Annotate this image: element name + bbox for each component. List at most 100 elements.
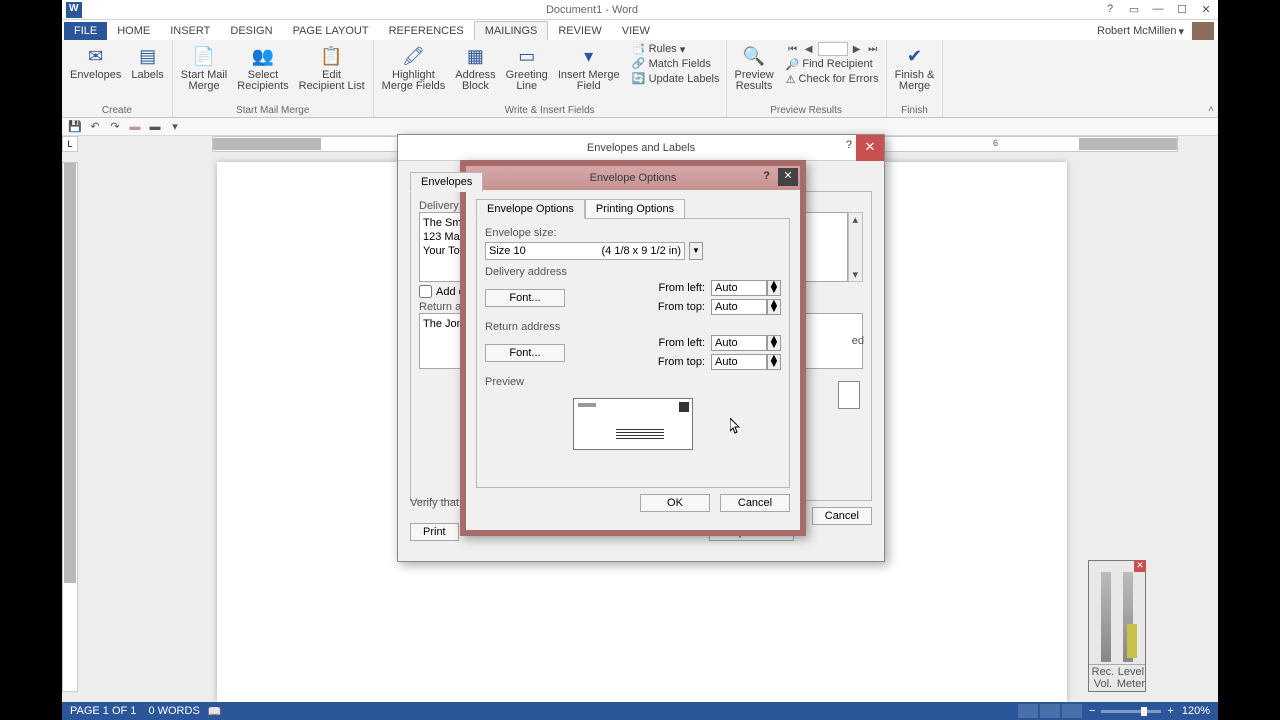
rules-button[interactable]: 📑Rules ▾ — [632, 42, 686, 56]
delivery-font-button[interactable]: Font... — [485, 289, 565, 307]
dialog-close-icon[interactable]: ✕ — [778, 168, 798, 186]
update-labels-button[interactable]: 🔄Update Labels — [632, 72, 720, 86]
feed-hint: ed — [852, 335, 864, 347]
group-start-label: Start Mail Merge — [236, 105, 309, 117]
delivery-from-top-spinner[interactable]: Auto▲▼ — [711, 299, 781, 315]
zoom-level[interactable]: 120% — [1182, 705, 1210, 717]
word-icon — [66, 2, 82, 18]
envelope-preview — [573, 398, 693, 450]
delivery-group-label: Delivery address — [485, 266, 781, 278]
highlight-fields-button[interactable]: 🖍Highlight Merge Fields — [380, 42, 448, 93]
finish-merge-button[interactable]: ✔Finish & Merge — [893, 42, 937, 93]
tab-insert[interactable]: INSERT — [160, 22, 220, 40]
page-indicator[interactable]: PAGE 1 OF 1 — [70, 705, 136, 717]
title-bar: Document1 - Word ? ▭ — ☐ ✕ — [62, 0, 1218, 20]
envelope-options-dialog: Envelope Options ? ✕ Envelope Options Pr… — [460, 160, 806, 536]
word-count[interactable]: 0 WORDS — [148, 705, 199, 717]
zoom-in-icon[interactable]: + — [1167, 705, 1173, 717]
preview-label: Preview — [485, 376, 781, 388]
dialog-title: Envelopes and Labels — [587, 142, 695, 154]
greeting-line-button[interactable]: ▭Greeting Line — [504, 42, 550, 93]
qat-icon[interactable]: ▬ — [148, 120, 162, 134]
tab-view[interactable]: VIEW — [612, 22, 660, 40]
match-fields-button[interactable]: 🔗Match Fields — [632, 57, 711, 71]
undo-icon[interactable]: ↶ — [88, 120, 102, 134]
maximize-icon[interactable]: ☐ — [1170, 3, 1194, 16]
tab-mailings[interactable]: MAILINGS — [474, 21, 549, 40]
zoom-slider[interactable] — [1101, 710, 1161, 713]
ok-button[interactable]: OK — [640, 494, 710, 512]
preview-results-button[interactable]: 🔍Preview Results — [733, 42, 776, 93]
start-mail-merge-button[interactable]: 📄Start Mail Merge — [179, 42, 229, 93]
rec-level-meter[interactable]: ✕ Rec. Vol.Level Meter — [1088, 560, 1146, 692]
return-from-left-spinner[interactable]: Auto▲▼ — [711, 335, 781, 351]
edit-recipient-list-button[interactable]: 📋Edit Recipient List — [297, 42, 367, 93]
cancel-button[interactable]: Cancel — [720, 494, 790, 512]
find-recipient-button[interactable]: 🔎Find Recipient — [786, 58, 880, 71]
minimize-icon[interactable]: — — [1146, 3, 1170, 16]
status-bar: PAGE 1 OF 1 0 WORDS 📖 − + 120% — [62, 702, 1218, 720]
qat-icon[interactable]: ▬ — [128, 120, 142, 134]
dialog-help-icon[interactable]: ? — [763, 170, 770, 182]
print-button[interactable]: Print — [410, 523, 459, 541]
tab-design[interactable]: DESIGN — [220, 22, 282, 40]
help-icon[interactable]: ? — [1098, 3, 1122, 16]
check-errors-button[interactable]: ⚠Check for Errors — [786, 73, 880, 86]
group-create-label: Create — [102, 105, 132, 117]
avatar — [1192, 22, 1214, 40]
return-from-top-spinner[interactable]: Auto▲▼ — [711, 354, 781, 370]
envelope-size-label: Envelope size: — [485, 227, 781, 239]
ribbon-tabs: FILE HOME INSERT DESIGN PAGE LAYOUT REFE… — [62, 20, 1218, 40]
labels-button[interactable]: ▤Labels — [129, 42, 165, 82]
vertical-ruler[interactable] — [62, 162, 78, 692]
ribbon-options-icon[interactable]: ▭ — [1122, 3, 1146, 16]
dialog-title: Envelope Options — [590, 172, 677, 184]
insert-merge-field-button[interactable]: ▾Insert Merge Field — [556, 42, 622, 93]
add-postage-checkbox[interactable] — [419, 285, 432, 298]
web-layout-icon[interactable] — [1062, 704, 1082, 718]
tab-references[interactable]: REFERENCES — [379, 22, 474, 40]
group-preview-label: Preview Results — [770, 105, 842, 117]
user-name: Robert McMillen — [1097, 25, 1176, 37]
print-layout-icon[interactable] — [1040, 704, 1060, 718]
tab-page-layout[interactable]: PAGE LAYOUT — [283, 22, 379, 40]
select-recipients-button[interactable]: 👥Select Recipients — [235, 42, 290, 93]
rec-vol-label: Rec. Vol. — [1089, 665, 1117, 691]
address-block-button[interactable]: ▦Address Block — [453, 42, 497, 93]
group-write-label: Write & Insert Fields — [505, 105, 595, 117]
qat-more-icon[interactable]: ▾ — [168, 120, 182, 134]
user-account[interactable]: Robert McMillen ▾ — [1097, 22, 1218, 40]
ruler-number: 6 — [993, 138, 998, 148]
from-left-label: From left: — [659, 337, 705, 349]
dialog-help-icon[interactable]: ? — [846, 139, 852, 151]
ribbon: ✉Envelopes ▤Labels Create 📄Start Mail Me… — [62, 40, 1218, 118]
level-meter-label: Level Meter — [1117, 665, 1145, 691]
redo-icon[interactable]: ↷ — [108, 120, 122, 134]
document-title: Document1 - Word — [86, 4, 1098, 16]
cancel-button[interactable]: Cancel — [812, 507, 872, 525]
tab-home[interactable]: HOME — [107, 22, 160, 40]
envelopes-button[interactable]: ✉Envelopes — [68, 42, 123, 82]
delivery-from-left-spinner[interactable]: Auto▲▼ — [711, 280, 781, 296]
return-font-button[interactable]: Font... — [485, 344, 565, 362]
envelope-size-select[interactable]: Size 10(4 1/8 x 9 1/2 in) — [485, 242, 685, 260]
from-top-label: From top: — [658, 356, 705, 368]
collapse-ribbon-icon[interactable]: ˄ — [1208, 104, 1214, 115]
feed-icon[interactable] — [838, 381, 860, 409]
dialog-close-icon[interactable]: ✕ — [856, 135, 884, 161]
close-icon[interactable]: ✕ — [1194, 3, 1218, 16]
tab-file[interactable]: FILE — [64, 22, 107, 40]
tab-printing-options[interactable]: Printing Options — [585, 199, 685, 219]
chevron-down-icon[interactable]: ▼ — [689, 242, 703, 260]
tab-envelopes[interactable]: Envelopes — [410, 172, 483, 192]
save-icon[interactable]: 💾 — [68, 120, 82, 134]
tab-envelope-options[interactable]: Envelope Options — [476, 199, 585, 219]
group-finish-label: Finish — [901, 105, 928, 117]
read-mode-icon[interactable] — [1018, 704, 1038, 718]
tab-selector[interactable]: L — [62, 136, 78, 152]
record-nav[interactable]: ⏮◀▶⏭ — [786, 42, 880, 56]
from-left-label: From left: — [659, 282, 705, 294]
tab-review[interactable]: REVIEW — [548, 22, 611, 40]
zoom-out-icon[interactable]: − — [1089, 705, 1095, 717]
proofing-icon[interactable]: 📖 — [208, 705, 222, 718]
